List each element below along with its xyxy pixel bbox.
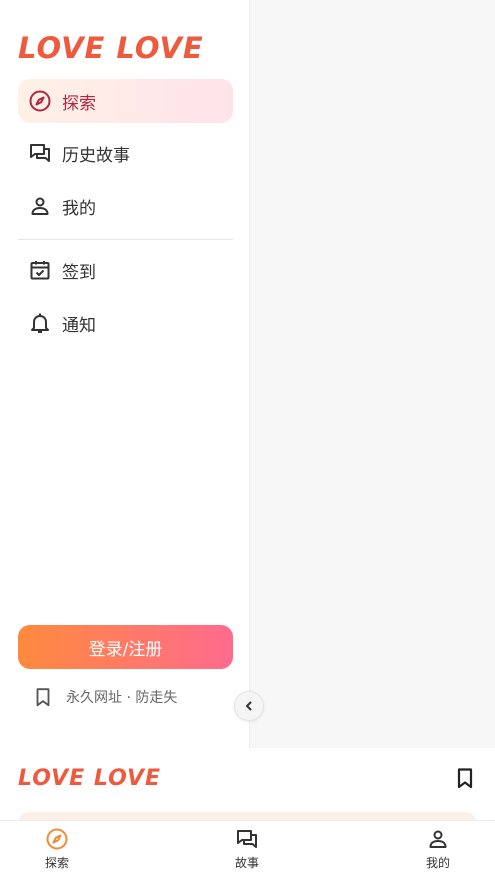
tab-label: 探索 [44, 856, 69, 870]
calendar-check-icon [28, 258, 52, 282]
compass-icon [45, 827, 69, 851]
permanent-url-link[interactable]: 永久网址 · 防走失 [32, 686, 177, 708]
compass-icon [28, 89, 52, 113]
user-icon [426, 827, 450, 851]
tab-label: 我的 [425, 856, 450, 870]
sidebar-item-label: 历史故事 [62, 145, 130, 166]
collapse-sidebar-button[interactable] [234, 691, 264, 721]
brand-logo[interactable]: LOVE LOVE [18, 765, 161, 793]
sidebar-item-notifications[interactable]: 通知 [18, 301, 233, 345]
brand-logo[interactable]: LOVE LOVE [18, 30, 204, 66]
sidebar-divider [18, 239, 233, 240]
sidebar-item-label: 签到 [62, 262, 96, 283]
bookmark-icon [32, 686, 54, 708]
tab-stories[interactable]: 故事 [207, 827, 287, 873]
bottom-nav: 探索 故事 我的 [0, 820, 495, 880]
bell-icon [28, 311, 52, 335]
tab-mine[interactable]: 我的 [398, 827, 478, 873]
tab-explore[interactable]: 探索 [17, 827, 97, 873]
sidebar-item-explore[interactable]: 探索 [18, 79, 233, 123]
user-icon [28, 194, 52, 218]
sidebar: LOVE LOVE 探索 历史故事 我的 签到 通知 登录/注册 永久网址 · … [0, 0, 250, 748]
sidebar-item-checkin[interactable]: 签到 [18, 248, 233, 292]
tab-label: 故事 [234, 856, 259, 870]
top-bar: LOVE LOVE [0, 748, 495, 820]
login-register-button[interactable]: 登录/注册 [18, 625, 233, 669]
bookmark-icon[interactable] [453, 766, 477, 790]
sidebar-item-label: 通知 [62, 315, 96, 336]
chat-bubbles-icon [235, 827, 259, 851]
sidebar-item-mine[interactable]: 我的 [18, 184, 233, 228]
chat-bubbles-icon [28, 141, 52, 165]
sidebar-item-label: 探索 [62, 93, 96, 114]
sidebar-item-history-stories[interactable]: 历史故事 [18, 131, 233, 175]
permanent-url-label: 永久网址 · 防走失 [66, 690, 178, 706]
sidebar-item-label: 我的 [62, 198, 96, 219]
chevron-left-icon [243, 700, 255, 712]
